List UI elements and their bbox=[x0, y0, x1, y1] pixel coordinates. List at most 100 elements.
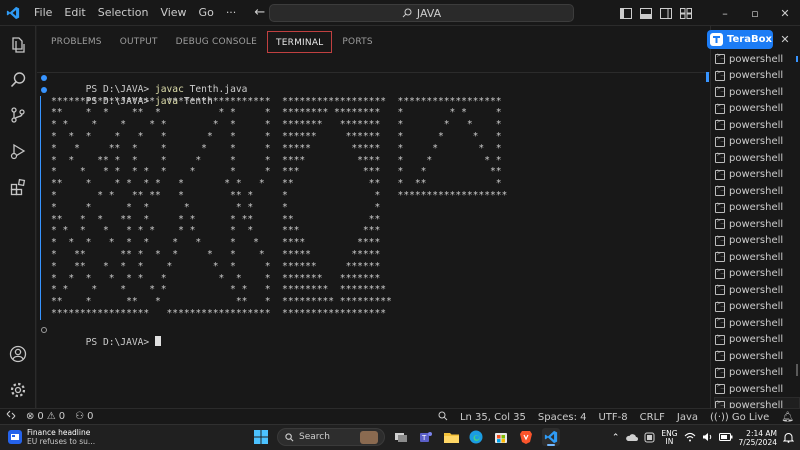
line-ending[interactable]: CRLF bbox=[640, 412, 665, 423]
toggle-secondary-sidebar-icon[interactable] bbox=[660, 7, 672, 19]
volume-icon[interactable] bbox=[702, 432, 713, 444]
terminal-list-item[interactable]: powershell bbox=[715, 101, 799, 118]
terabox-close-icon[interactable]: ✕ bbox=[777, 30, 793, 49]
zoom-icon[interactable] bbox=[438, 411, 448, 424]
terminal-list-item[interactable]: powershell bbox=[715, 348, 799, 365]
terminal-list-item[interactable]: powershell bbox=[715, 216, 799, 233]
terminal-list-item-label: powershell bbox=[729, 119, 784, 131]
terminal-list-item-label: powershell bbox=[729, 334, 784, 346]
close-button[interactable]: ✕ bbox=[770, 0, 800, 26]
remote-indicator-icon[interactable] bbox=[6, 410, 16, 423]
clock[interactable]: 2:14 AM 7/25/2024 bbox=[739, 429, 777, 447]
battery-icon[interactable] bbox=[718, 433, 733, 443]
terminal-list-item[interactable]: powershell bbox=[715, 84, 799, 101]
command-center-search[interactable]: JAVA bbox=[269, 4, 574, 22]
broadcast-icon: ⚇ bbox=[75, 411, 85, 422]
tray-chevron-up-icon[interactable]: ⌃ bbox=[612, 433, 620, 443]
terminal-list-scrollbar[interactable] bbox=[794, 56, 800, 406]
terminal-list-item-label: powershell bbox=[729, 301, 784, 313]
terminal-list-item[interactable]: powershell bbox=[715, 117, 799, 134]
wifi-icon[interactable] bbox=[684, 432, 696, 444]
terminal-list-item-label: powershell bbox=[729, 367, 784, 379]
ports-status[interactable]: ⚇ 0 bbox=[75, 411, 93, 422]
terminal-list-item[interactable]: powershell bbox=[715, 249, 799, 266]
back-arrow-icon[interactable]: ← bbox=[254, 5, 265, 20]
restore-button[interactable]: ▫ bbox=[740, 0, 770, 26]
taskbar-search[interactable]: Search bbox=[277, 428, 385, 446]
extensions-icon[interactable] bbox=[0, 170, 36, 204]
command-pending-dot-icon bbox=[41, 326, 47, 333]
teams-icon[interactable]: T bbox=[417, 428, 435, 446]
customize-layout-icon[interactable] bbox=[680, 7, 692, 19]
indentation[interactable]: Spaces: 4 bbox=[538, 412, 587, 423]
search-placeholder: Search bbox=[299, 432, 330, 442]
warning-count: 0 bbox=[58, 411, 66, 422]
terminal-list-item[interactable]: powershell bbox=[715, 332, 799, 349]
run-debug-icon[interactable] bbox=[0, 134, 36, 168]
terminal-list-item[interactable]: powershell bbox=[715, 150, 799, 167]
terminal-list-item[interactable]: powershell bbox=[715, 299, 799, 316]
powershell-icon bbox=[715, 118, 725, 131]
settings-gear-icon[interactable] bbox=[0, 373, 36, 407]
output-line: * * * * * * * * * * **** **** bbox=[51, 237, 381, 249]
terminal-list-item[interactable]: powershell bbox=[715, 183, 799, 200]
title-bar: File Edit Selection View Go ··· ← → JAVA… bbox=[0, 0, 800, 26]
notifications-bell-icon[interactable]: 🔔︎ bbox=[781, 412, 794, 423]
minimize-button[interactable]: – bbox=[710, 0, 740, 26]
menu-go[interactable]: Go bbox=[193, 0, 220, 26]
command-center-label: JAVA bbox=[416, 6, 442, 20]
source-control-icon[interactable] bbox=[0, 98, 36, 132]
terminal-list-item[interactable]: powershell bbox=[715, 266, 799, 283]
tab-output[interactable]: OUTPUT bbox=[112, 31, 166, 53]
edge-browser-icon[interactable] bbox=[467, 428, 485, 446]
language-mode[interactable]: Java bbox=[677, 412, 698, 423]
terminal-output[interactable]: PS D:\JAVA> javac Tenth.java PS D:\JAVA>… bbox=[37, 72, 705, 408]
terminal-list-item[interactable]: powershell bbox=[715, 315, 799, 332]
terminal-list-item[interactable]: powershell bbox=[715, 167, 799, 184]
tray-app-icon[interactable] bbox=[644, 432, 655, 445]
vscode-taskbar-icon[interactable] bbox=[542, 428, 560, 446]
explorer-icon[interactable] bbox=[0, 28, 36, 62]
encoding[interactable]: UTF-8 bbox=[598, 412, 627, 423]
terminal-list-item[interactable]: powershell bbox=[715, 365, 799, 382]
windows-start-icon[interactable] bbox=[252, 428, 270, 446]
terminal-list-item[interactable]: powershell bbox=[715, 233, 799, 250]
powershell-icon bbox=[715, 201, 725, 213]
go-live-button[interactable]: ((·)) Go Live bbox=[710, 412, 769, 423]
terminal-list-item[interactable]: powershell bbox=[715, 381, 799, 398]
terminal-prompt: PS D:\JAVA> bbox=[85, 336, 155, 348]
tab-debug-console[interactable]: DEBUG CONSOLE bbox=[168, 31, 265, 53]
news-widget[interactable]: Finance headline EU refuses to su... bbox=[8, 428, 95, 446]
error-icon: ⊗ bbox=[26, 411, 35, 422]
task-view-icon[interactable] bbox=[392, 428, 410, 446]
tab-terminal[interactable]: TERMINAL bbox=[267, 31, 333, 53]
terminal-list-item[interactable]: powershell bbox=[715, 68, 799, 85]
onedrive-icon[interactable] bbox=[625, 433, 639, 444]
search-icon[interactable] bbox=[0, 63, 36, 97]
terminal-list-item[interactable]: powershell bbox=[715, 134, 799, 151]
terminal-list-item-label: powershell bbox=[729, 136, 784, 148]
input-language[interactable]: ENG IN bbox=[661, 430, 677, 446]
terminal-list-item[interactable]: powershell bbox=[715, 282, 799, 299]
menu-view[interactable]: View bbox=[154, 0, 192, 26]
tab-ports[interactable]: PORTS bbox=[334, 31, 380, 53]
microsoft-store-icon[interactable] bbox=[492, 428, 510, 446]
menu-edit[interactable]: Edit bbox=[58, 0, 91, 26]
terminal-list-item[interactable]: powershell bbox=[715, 51, 799, 68]
cursor-position[interactable]: Ln 35, Col 35 bbox=[460, 412, 526, 423]
terminal-list-item-label: powershell bbox=[729, 185, 784, 197]
file-explorer-icon[interactable] bbox=[442, 428, 460, 446]
tab-problems[interactable]: PROBLEMS bbox=[43, 31, 110, 53]
menu-more[interactable]: ··· bbox=[220, 0, 243, 26]
brave-browser-icon[interactable] bbox=[517, 428, 535, 446]
menu-selection[interactable]: Selection bbox=[92, 0, 155, 26]
powershell-icon bbox=[715, 52, 725, 65]
toggle-primary-sidebar-icon[interactable] bbox=[620, 7, 632, 19]
terabox-button[interactable]: TeraBox bbox=[707, 30, 773, 49]
menu-file[interactable]: File bbox=[28, 0, 58, 26]
problems-status[interactable]: ⊗ 0 ⚠ 0 bbox=[26, 411, 65, 422]
terminal-list-item[interactable]: powershell bbox=[715, 200, 799, 217]
toggle-panel-icon[interactable] bbox=[640, 7, 652, 19]
account-icon[interactable] bbox=[0, 337, 36, 371]
notification-bell-icon[interactable] bbox=[782, 432, 795, 445]
